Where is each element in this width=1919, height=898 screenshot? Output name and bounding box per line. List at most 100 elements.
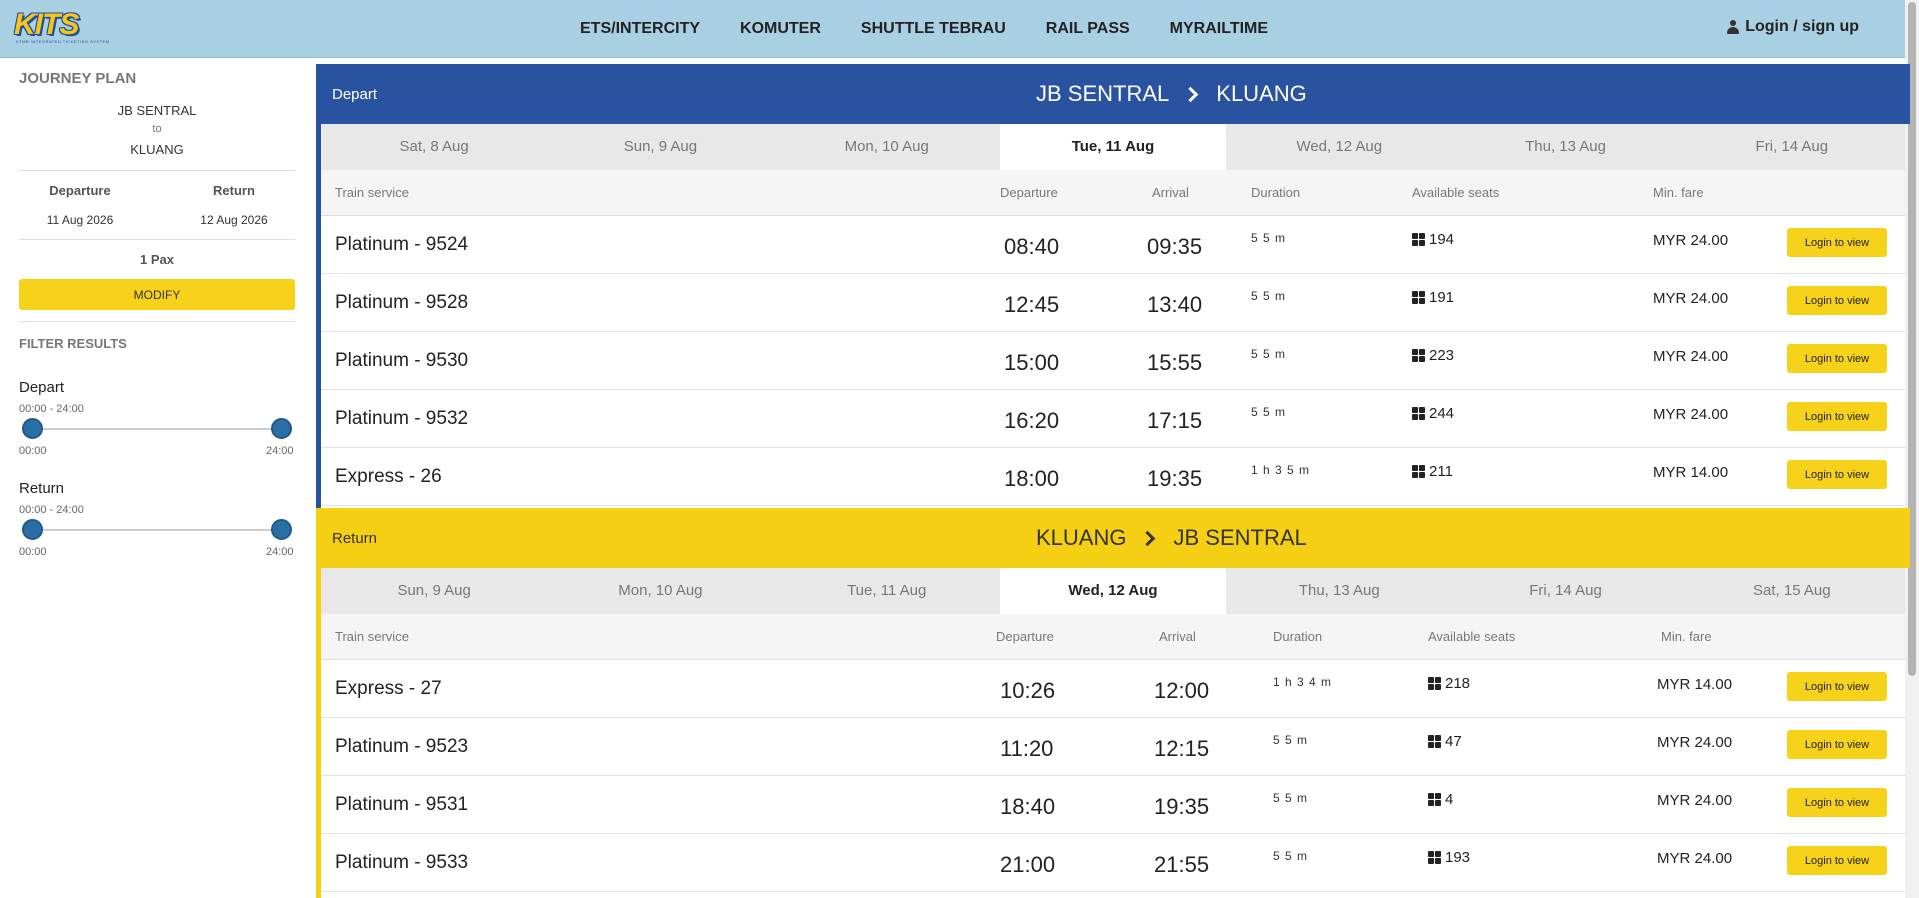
depart-header-bar: Depart JB SENTRAL KLUANG (316, 64, 1910, 124)
login-to-view-button[interactable]: Login to view (1787, 286, 1887, 315)
depart-date-tab[interactable]: Sat, 8 Aug (321, 124, 547, 170)
main-nav: ETS/INTERCITY KOMUTER SHUTTLE TEBRAU RAI… (580, 0, 1308, 58)
depart-date-tab[interactable]: Thu, 13 Aug (1452, 124, 1678, 170)
login-to-view-button[interactable]: Login to view (1787, 344, 1887, 373)
departure-date: 11 Aug 2026 (46, 213, 114, 227)
results-main: Depart JB SENTRAL KLUANG Sat, 8 Aug Sun,… (316, 64, 1910, 898)
divider (19, 321, 295, 322)
return-label: Return (213, 183, 255, 198)
depart-slider-min-handle[interactable] (22, 418, 43, 439)
return-slider-max-handle[interactable] (271, 519, 292, 540)
depart-date-tab-active[interactable]: Tue, 11 Aug (999, 124, 1227, 170)
nav-komuter[interactable]: KOMUTER (740, 20, 821, 38)
seat-grid-icon (1428, 735, 1441, 748)
divider (19, 170, 295, 171)
return-slider-track[interactable] (32, 529, 281, 531)
depart-slider-track[interactable] (32, 428, 281, 430)
return-date-tab[interactable]: Fri, 14 Aug (1452, 568, 1678, 614)
modify-button[interactable]: MODIFY (19, 279, 295, 310)
seat-count: 47 (1445, 733, 1462, 750)
available-seats: 4 (1428, 791, 1453, 808)
min-fare: MYR 24.00 (1657, 850, 1733, 867)
login-signup-link[interactable]: Login / sign up (1727, 18, 1859, 36)
return-table-header: Train service Departure Arrival Duration… (321, 614, 1905, 660)
min-fare: MYR 14.00 (1653, 464, 1729, 481)
train-service-name: Platinum - 9524 (335, 234, 469, 255)
nav-ets-intercity[interactable]: ETS/INTERCITY (580, 20, 700, 38)
trip-duration: 5 5 m (1251, 289, 1287, 303)
login-to-view-button[interactable]: Login to view (1787, 672, 1887, 701)
journey-origin: JB SENTRAL (117, 103, 197, 118)
nav-shuttle-tebrau[interactable]: SHUTTLE TEBRAU (861, 20, 1006, 38)
logo-subtitle: KTMB INTEGRATED TICKETING SYSTEM (16, 39, 110, 44)
login-to-view-button[interactable]: Login to view (1787, 228, 1887, 257)
col-departure: Departure (1000, 185, 1058, 200)
departure-time: 21:00 (1000, 852, 1056, 877)
page-scrollbar[interactable] (1905, 0, 1919, 898)
depart-date-tab[interactable]: Mon, 10 Aug (774, 124, 1000, 170)
col-arrival: Arrival (1159, 629, 1196, 644)
login-to-view-button[interactable]: Login to view (1787, 402, 1887, 431)
return-date-tab[interactable]: Sat, 15 Aug (1679, 568, 1905, 614)
return-from: KLUANG (1036, 525, 1127, 550)
depart-slider-max-handle[interactable] (271, 418, 292, 439)
return-date-tab[interactable]: Mon, 10 Aug (547, 568, 773, 614)
seat-count: 218 (1445, 675, 1471, 692)
return-date-tab[interactable]: Thu, 13 Aug (1226, 568, 1452, 614)
col-duration: Duration (1251, 185, 1301, 200)
departure-time: 08:40 (1004, 234, 1060, 259)
login-to-view-button[interactable]: Login to view (1787, 846, 1887, 875)
train-service-name: Express - 27 (335, 678, 442, 699)
departure-time: 16:20 (1004, 408, 1060, 433)
trip-duration: 5 5 m (1251, 405, 1287, 419)
train-row: Express - 26 18:00 19:35 1 h 3 5 m 211 MYR 14… (321, 448, 1905, 506)
seat-count: 193 (1445, 849, 1471, 866)
filter-results-title: FILTER RESULTS (19, 336, 127, 351)
return-slider-min-handle[interactable] (22, 519, 43, 540)
pax-count: 1 Pax (140, 252, 174, 267)
nav-rail-pass[interactable]: RAIL PASS (1046, 20, 1130, 38)
depart-date-tab[interactable]: Sun, 9 Aug (547, 124, 773, 170)
depart-slider-min-label: 00:00 (19, 445, 47, 457)
depart-date-tab[interactable]: Wed, 12 Aug (1226, 124, 1452, 170)
available-seats: 194 (1412, 231, 1454, 248)
return-date: 12 Aug 2026 (200, 213, 268, 227)
depart-slider-max-label: 24:00 (266, 445, 294, 457)
train-service-name: Platinum - 9531 (335, 794, 469, 815)
return-section: Return KLUANG JB SENTRAL Sun, 9 Aug Mon,… (316, 508, 1910, 898)
train-row: Platinum - 9533 21:00 21:55 5 5 m 193 MYR 24.… (321, 834, 1905, 892)
kits-logo[interactable]: KITS KTMB INTEGRATED TICKETING SYSTEM (14, 8, 116, 44)
return-filter-range: 00:00 - 24:00 (19, 504, 84, 516)
journey-plan-title: JOURNEY PLAN (19, 70, 137, 87)
depart-date-tab[interactable]: Fri, 14 Aug (1679, 124, 1905, 170)
min-fare: MYR 24.00 (1653, 406, 1729, 423)
train-row: Platinum - 9523 11:20 12:15 5 5 m 47 MYR 24.0… (321, 718, 1905, 776)
train-row: Platinum - 9528 12:45 13:40 5 5 m 191 MYR 24.… (321, 274, 1905, 332)
nav-myrailtime[interactable]: MYRAILTIME (1170, 20, 1268, 38)
login-to-view-button[interactable]: Login to view (1787, 788, 1887, 817)
trip-duration: 5 5 m (1273, 791, 1309, 805)
train-service-name: Platinum - 9523 (335, 736, 469, 757)
col-departure: Departure (996, 629, 1054, 644)
return-date-tab-active[interactable]: Wed, 12 Aug (999, 568, 1227, 614)
arrival-time: 13:40 (1147, 292, 1203, 317)
departure-time: 12:45 (1004, 292, 1060, 317)
trip-duration: 5 5 m (1273, 849, 1309, 863)
journey-destination: KLUANG (130, 142, 184, 157)
available-seats: 218 (1428, 675, 1470, 692)
train-row: Express - 27 10:26 12:00 1 h 3 4 m 218 MYR 14… (321, 660, 1905, 718)
col-available-seats: Available seats (1412, 185, 1500, 200)
login-to-view-button[interactable]: Login to view (1787, 460, 1887, 489)
train-service-name: Platinum - 9533 (335, 852, 469, 873)
return-date-tab[interactable]: Tue, 11 Aug (774, 568, 1000, 614)
login-to-view-button[interactable]: Login to view (1787, 730, 1887, 759)
return-slider-max-label: 24:00 (266, 546, 294, 558)
train-service-name: Platinum - 9528 (335, 292, 469, 313)
min-fare: MYR 24.00 (1653, 348, 1729, 365)
departure-time: 10:26 (1000, 678, 1056, 703)
arrival-time: 17:15 (1147, 408, 1203, 433)
seat-grid-icon (1412, 465, 1425, 478)
col-arrival: Arrival (1152, 185, 1189, 200)
seat-grid-icon (1412, 349, 1425, 362)
return-date-tab[interactable]: Sun, 9 Aug (321, 568, 547, 614)
